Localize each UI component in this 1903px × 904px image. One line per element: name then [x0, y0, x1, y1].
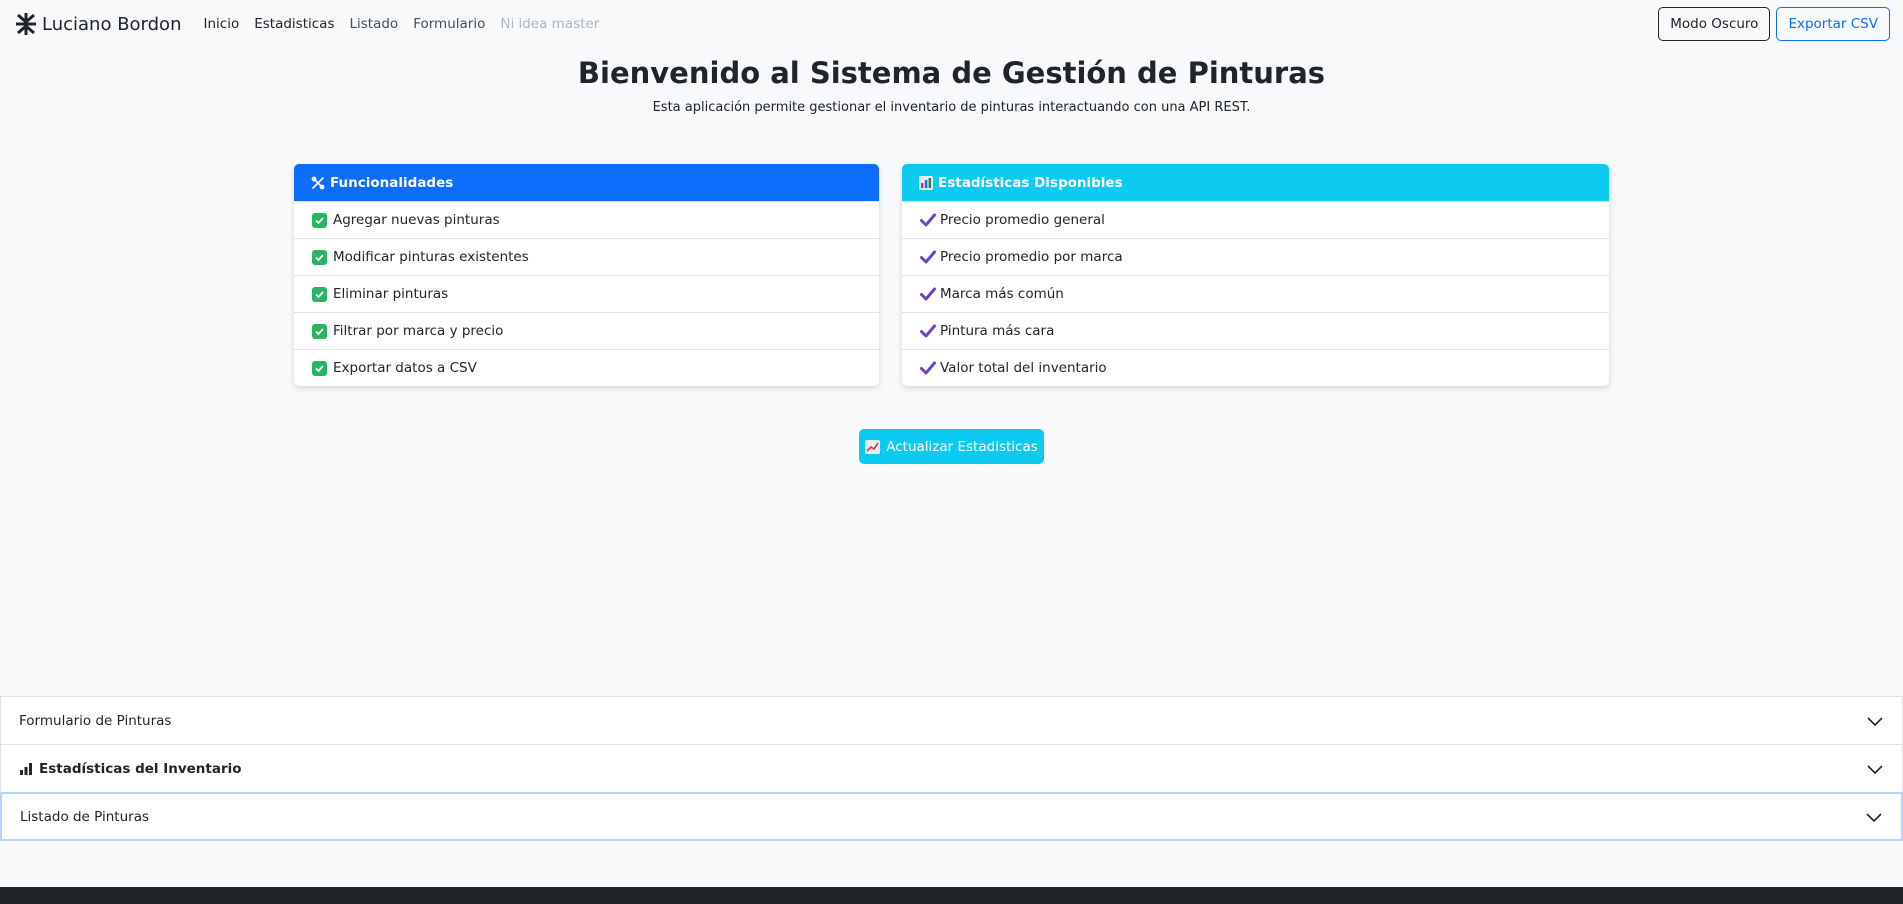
stat-label: Pintura más cara: [940, 323, 1055, 339]
list-item: Marca más común: [902, 275, 1609, 312]
list-item: Precio promedio por marca: [902, 238, 1609, 275]
accordion-item-formulario[interactable]: Formulario de Pinturas: [0, 696, 1903, 745]
check-mark-icon: [920, 287, 936, 301]
navbar: Luciano Bordon Inicio Estadisticas Lista…: [0, 0, 1903, 48]
feature-label: Filtrar por marca y precio: [333, 323, 504, 339]
accordion-label: Listado de Pinturas: [20, 808, 150, 825]
list-item: Eliminar pinturas: [294, 275, 879, 312]
feature-label: Agregar nuevas pinturas: [333, 212, 500, 228]
checkmark-box-icon: [312, 360, 327, 376]
list-item: Precio promedio general: [902, 201, 1609, 238]
checkmark-box-icon: [312, 249, 327, 265]
check-mark-icon: [920, 324, 936, 338]
list-item: Valor total del inventario: [902, 349, 1609, 386]
accordion-item-estadisticas[interactable]: Estadísticas del Inventario: [0, 744, 1903, 793]
list-item: Filtrar por marca y precio: [294, 312, 879, 349]
bar-chart-icon: [19, 762, 33, 776]
list-item: Exportar datos a CSV: [294, 349, 879, 386]
utn-logo-icon: [16, 13, 36, 35]
stats-card: Estadísticas Disponibles Precio promedio…: [902, 164, 1609, 386]
list-item: Agregar nuevas pinturas: [294, 201, 879, 238]
update-stats-label: Actualizar Estadisticas: [886, 438, 1038, 455]
brand-label: Luciano Bordon: [42, 13, 182, 35]
nav-listado[interactable]: Listado: [349, 16, 398, 32]
accordion-label: Formulario de Pinturas: [19, 712, 172, 729]
bar-chart-icon: [918, 175, 934, 191]
accordion-label: Estadísticas del Inventario: [39, 760, 242, 777]
chart-up-icon: [865, 439, 881, 454]
chevron-down-icon: [1867, 764, 1883, 774]
nav-formulario[interactable]: Formulario: [413, 16, 485, 32]
check-mark-icon: [920, 213, 936, 227]
export-csv-button[interactable]: Exportar CSV: [1776, 7, 1890, 41]
update-stats-button[interactable]: Actualizar Estadisticas: [859, 429, 1044, 464]
tools-icon: [310, 175, 326, 191]
check-mark-icon: [920, 361, 936, 375]
check-mark-icon: [920, 250, 936, 264]
chevron-down-icon: [1866, 812, 1882, 822]
features-card: Funcionalidades Agregar nuevas pinturas …: [294, 164, 879, 386]
stat-label: Precio promedio general: [940, 212, 1105, 228]
nav-inicio[interactable]: Inicio: [203, 16, 239, 32]
list-item: Modificar pinturas existentes: [294, 238, 879, 275]
page-title: Bienvenido al Sistema de Gestión de Pint…: [577, 56, 1326, 90]
dark-mode-button[interactable]: Modo Oscuro: [1658, 7, 1771, 41]
accordion-item-listado[interactable]: Listado de Pinturas: [0, 792, 1903, 841]
feature-label: Modificar pinturas existentes: [333, 249, 529, 265]
nav-estadisticas[interactable]: Estadisticas: [254, 16, 334, 32]
feature-label: Eliminar pinturas: [333, 286, 449, 302]
stat-label: Valor total del inventario: [940, 360, 1107, 376]
stats-card-title: Estadísticas Disponibles: [938, 174, 1123, 191]
brand[interactable]: Luciano Bordon: [16, 13, 181, 35]
checkmark-box-icon: [312, 286, 327, 302]
checkmark-box-icon: [312, 323, 327, 339]
features-card-title: Funcionalidades: [330, 174, 454, 191]
list-item: Pintura más cara: [902, 312, 1609, 349]
accordion: Formulario de Pinturas Estadísticas del …: [0, 696, 1903, 841]
nav-ni-idea-master: Ni idea master: [500, 16, 600, 32]
features-card-header: Funcionalidades: [294, 164, 879, 201]
footer: [0, 887, 1903, 904]
stat-label: Marca más común: [940, 286, 1064, 302]
chevron-down-icon: [1867, 716, 1883, 726]
stats-card-header: Estadísticas Disponibles: [902, 164, 1609, 201]
checkmark-box-icon: [312, 212, 327, 228]
page-subtitle: Esta aplicación permite gestionar el inv…: [652, 100, 1251, 115]
feature-label: Exportar datos a CSV: [333, 360, 477, 376]
stat-label: Precio promedio por marca: [940, 249, 1123, 265]
